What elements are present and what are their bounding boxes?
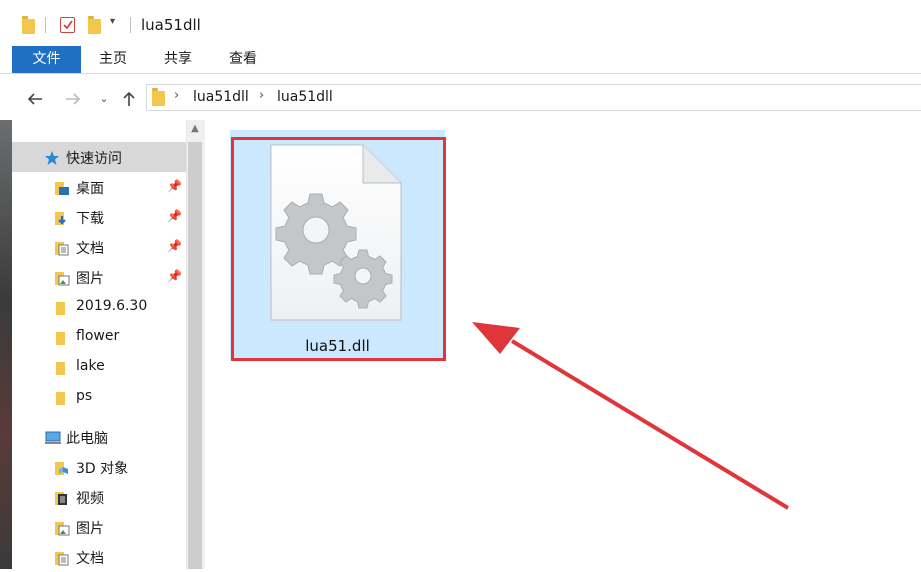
tab-share[interactable]: 共享 [155,46,201,73]
new-folder-icon[interactable] [88,16,101,34]
tab-view[interactable]: 查看 [220,46,266,73]
nav-label: lake [76,358,105,374]
nav-label: 视频 [76,491,104,507]
back-arrow-icon[interactable] [24,88,46,110]
up-arrow-icon[interactable] [118,88,140,110]
videos-folder-icon [54,490,70,510]
nav-label: 快速访问 [66,151,122,167]
nav-label: 桌面 [76,181,104,197]
nav-label: 图片 [76,521,104,537]
breadcrumb-item[interactable]: lua51dll [193,89,249,105]
nav-item-documents[interactable]: 文档 📌 [12,232,186,262]
nav-quick-access[interactable]: 快速访问 [12,142,186,172]
nav-item-3d-objects[interactable]: 3D 对象 [12,452,186,482]
nav-label: 2019.6.30 [76,298,148,314]
nav-label: 3D 对象 [76,461,129,477]
separator [130,17,131,33]
folder-icon [152,88,165,106]
folder-icon [54,330,70,350]
nav-item-folder[interactable]: ps [12,382,186,412]
pictures-folder-icon [54,520,70,540]
nav-label: ps [76,388,93,404]
nav-item-folder[interactable]: lake [12,352,186,382]
folder-icon [22,16,35,34]
pictures-folder-icon [54,270,70,290]
pin-icon[interactable]: 📌 [167,269,182,283]
folder-icon [54,360,70,380]
window-title: lua51dll [141,16,201,34]
customize-toolbar-icon[interactable]: ▾ [110,16,115,27]
ribbon-bar [0,46,921,74]
nav-label: 文档 [76,241,104,257]
nav-item-folder[interactable]: 2019.6.30 [12,292,186,322]
star-icon [44,150,60,170]
separator [45,17,46,33]
nav-item-videos[interactable]: 视频 [12,482,186,512]
computer-icon [44,430,62,450]
folder-icon [54,390,70,410]
breadcrumb-item[interactable]: lua51dll [277,89,333,105]
annotation-highlight-box [231,137,446,361]
nav-item-folder[interactable]: flower [12,322,186,352]
nav-label: 此电脑 [66,431,108,447]
nav-item-desktop[interactable]: 桌面 📌 [12,172,186,202]
forward-arrow-icon[interactable] [62,88,84,110]
nav-label: 下载 [76,211,104,227]
3d-objects-folder-icon [54,460,70,480]
nav-label: flower [76,328,120,344]
documents-folder-icon [54,240,70,260]
nav-item-downloads[interactable]: 下载 📌 [12,202,186,232]
nav-label: 文档 [76,551,104,567]
recent-locations-chevron-icon[interactable]: ⌄ [93,88,115,110]
nav-label: 图片 [76,271,104,287]
breadcrumb-separator-icon[interactable]: › [174,88,179,103]
pin-icon[interactable]: 📌 [167,179,182,193]
title-bar: ▾ lua51dll [0,0,921,46]
breadcrumb-separator-icon[interactable]: › [259,88,264,103]
scroll-up-arrow-icon[interactable]: ▲ [186,120,204,138]
nav-item-pictures[interactable]: 图片 📌 [12,262,186,292]
nav-this-pc[interactable]: 此电脑 [12,422,186,452]
properties-check-icon[interactable] [60,17,75,33]
tab-home[interactable]: 主页 [90,46,136,73]
annotation-arrow [472,322,790,510]
folder-icon [54,300,70,320]
pin-icon[interactable]: 📌 [167,239,182,253]
documents-folder-icon [54,550,70,570]
desktop-folder-icon [54,180,70,200]
scroll-thumb[interactable] [188,142,202,569]
nav-item-pictures[interactable]: 图片 [12,512,186,542]
desktop-edge [0,120,12,569]
pin-icon[interactable]: 📌 [167,209,182,223]
nav-item-documents[interactable]: 文档 [12,542,186,572]
download-folder-icon [54,210,70,230]
tab-file[interactable]: 文件 [12,46,81,73]
